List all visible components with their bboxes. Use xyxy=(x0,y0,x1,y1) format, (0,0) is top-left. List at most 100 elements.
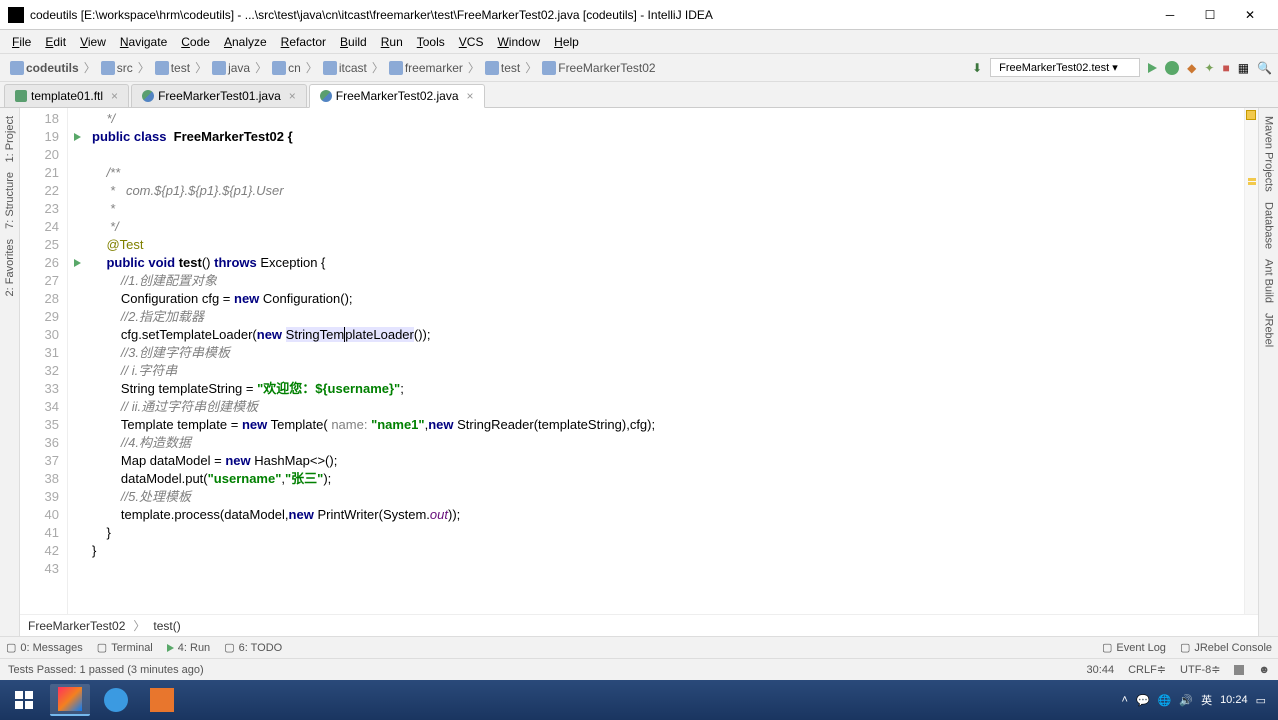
right-tool-strip[interactable]: Maven Projects Database Ant Build JRebel xyxy=(1258,108,1278,636)
editor-tabs: template01.ftl×FreeMarkerTest01.java×Fre… xyxy=(0,82,1278,108)
debug-button[interactable] xyxy=(1165,61,1179,75)
breadcrumb-item[interactable]: codeutils xyxy=(6,61,83,75)
run-button[interactable] xyxy=(1148,63,1157,73)
editor-crumbs[interactable]: FreeMarkerTest02 〉 test() xyxy=(20,614,1258,636)
menu-tools[interactable]: Tools xyxy=(411,33,451,51)
tray-clock[interactable]: 10:24 xyxy=(1220,694,1248,706)
menu-window[interactable]: Window xyxy=(491,33,546,51)
menu-run[interactable]: Run xyxy=(375,33,409,51)
maximize-button[interactable]: ☐ xyxy=(1190,1,1230,29)
menu-edit[interactable]: Edit xyxy=(39,33,72,51)
chevron-right-icon: 〉 xyxy=(138,59,150,76)
chevron-right-icon: 〉 xyxy=(84,59,96,76)
error-stripe[interactable] xyxy=(1244,108,1258,614)
toolwindow-terminal[interactable]: ▢Terminal xyxy=(97,641,153,654)
file-icon xyxy=(15,90,27,102)
breadcrumb-item[interactable]: src xyxy=(97,61,137,75)
menu-build[interactable]: Build xyxy=(334,33,373,51)
folder-icon xyxy=(272,61,286,75)
build-icon[interactable]: ⬇ xyxy=(972,61,982,75)
close-button[interactable]: ✕ xyxy=(1230,1,1270,29)
tray-ime-icon[interactable]: 英 xyxy=(1201,692,1212,708)
line-number: 31 xyxy=(20,344,59,362)
menu-refactor[interactable]: Refactor xyxy=(275,33,332,51)
breadcrumb-item[interactable]: test xyxy=(151,61,194,75)
caret-position[interactable]: 30:44 xyxy=(1087,664,1115,676)
menu-analyze[interactable]: Analyze xyxy=(218,33,273,51)
menu-navigate[interactable]: Navigate xyxy=(114,33,173,51)
side-tool-jrebel[interactable]: JRebel xyxy=(1263,313,1275,347)
tray-action-center-icon[interactable]: 💬 xyxy=(1136,694,1150,707)
stop-icon[interactable]: ■ xyxy=(1222,61,1229,75)
code-area[interactable]: */ public class FreeMarkerTest02 { /** *… xyxy=(86,108,1244,614)
breadcrumb-item[interactable]: java xyxy=(208,61,254,75)
editor-tab[interactable]: template01.ftl× xyxy=(4,84,129,107)
editor-tab[interactable]: FreeMarkerTest01.java× xyxy=(131,84,307,107)
toolwindow-event-log[interactable]: ▢Event Log xyxy=(1102,641,1166,654)
crumb-class[interactable]: FreeMarkerTest02 xyxy=(28,619,125,633)
toolwindow-0-messages[interactable]: ▢0: Messages xyxy=(6,641,83,654)
editor-tab[interactable]: FreeMarkerTest02.java× xyxy=(309,84,485,108)
breadcrumb-item[interactable]: cn xyxy=(268,61,305,75)
readonly-lock-icon[interactable] xyxy=(1234,665,1244,675)
menu-file[interactable]: File xyxy=(6,33,37,51)
run-config-select[interactable]: FreeMarkerTest02.test ▾ xyxy=(990,58,1140,77)
system-tray[interactable]: ˄ 💬 🌐 🔊 英 10:24 ▭ xyxy=(1114,692,1274,708)
crumb-method[interactable]: test() xyxy=(153,619,180,633)
side-tool-database[interactable]: Database xyxy=(1263,202,1275,249)
side-tool-ant-build[interactable]: Ant Build xyxy=(1263,259,1275,303)
folder-icon xyxy=(155,61,169,75)
gutter-icons[interactable] xyxy=(68,108,86,614)
taskbar-app2[interactable] xyxy=(96,684,136,716)
toolwindow-jrebel-console[interactable]: ▢JRebel Console xyxy=(1180,641,1272,654)
tool-icon: ▢ xyxy=(97,641,107,654)
window-title: codeutils [E:\workspace\hrm\codeutils] -… xyxy=(30,8,1150,22)
close-tab-icon[interactable]: × xyxy=(467,89,474,103)
line-number: 26 xyxy=(20,254,59,272)
run-gutter-icon[interactable] xyxy=(74,133,81,141)
toolwindow-6-todo[interactable]: ▢6: TODO xyxy=(224,641,282,654)
tray-volume-icon[interactable]: 🔊 xyxy=(1179,694,1193,707)
tray-chevron-up-icon[interactable]: ˄ xyxy=(1122,694,1128,706)
file-encoding[interactable]: UTF-8≑ xyxy=(1180,663,1220,676)
tool-icon: ▢ xyxy=(224,641,234,654)
search-everywhere-icon[interactable]: 🔍 xyxy=(1257,61,1272,75)
code-editor[interactable]: 1819202122232425262728293031323334353637… xyxy=(20,108,1258,614)
line-separator[interactable]: CRLF≑ xyxy=(1128,663,1166,676)
hector-icon[interactable]: ☻ xyxy=(1258,664,1270,676)
close-tab-icon[interactable]: × xyxy=(289,89,296,103)
line-number: 20 xyxy=(20,146,59,164)
menu-help[interactable]: Help xyxy=(548,33,585,51)
menu-view[interactable]: View xyxy=(74,33,112,51)
chevron-right-icon: 〉 xyxy=(255,59,267,76)
start-button[interactable] xyxy=(4,684,44,716)
breadcrumb-item[interactable]: test xyxy=(481,61,524,75)
tray-network-icon[interactable]: 🌐 xyxy=(1158,694,1172,707)
taskbar-app3[interactable] xyxy=(142,684,182,716)
toolwindow-4-run[interactable]: 4: Run xyxy=(167,641,210,654)
tray-notifications-icon[interactable]: ▭ xyxy=(1256,694,1266,707)
side-tool-maven-projects[interactable]: Maven Projects xyxy=(1263,116,1275,192)
line-number: 29 xyxy=(20,308,59,326)
menu-vcs[interactable]: VCS xyxy=(453,33,490,51)
side-tool-1-project[interactable]: 1: Project xyxy=(4,116,16,162)
taskbar-intellij[interactable] xyxy=(50,684,90,716)
minimize-button[interactable]: ─ xyxy=(1150,1,1190,29)
attach-icon[interactable]: ✦ xyxy=(1204,61,1214,75)
line-number: 30 xyxy=(20,326,59,344)
breadcrumb-item[interactable]: itcast xyxy=(319,61,371,75)
folder-icon xyxy=(10,61,24,75)
project-structure-icon[interactable]: ▦ xyxy=(1238,61,1249,75)
menu-code[interactable]: Code xyxy=(175,33,216,51)
side-tool-2-favorites[interactable]: 2: Favorites xyxy=(4,239,16,296)
warning-mark-icon[interactable] xyxy=(1248,178,1256,181)
side-tool-7-structure[interactable]: 7: Structure xyxy=(4,172,16,229)
coverage-icon[interactable]: ◆ xyxy=(1187,61,1196,75)
breadcrumb-item[interactable]: FreeMarkerTest02 xyxy=(538,61,659,75)
close-tab-icon[interactable]: × xyxy=(111,89,118,103)
run-gutter-icon[interactable] xyxy=(74,259,81,267)
warning-mark-icon[interactable] xyxy=(1248,182,1256,185)
breadcrumb-item[interactable]: freemarker xyxy=(385,61,467,75)
tool-icon: ▢ xyxy=(6,641,16,654)
left-tool-strip[interactable]: 1: Project 7: Structure 2: Favorites xyxy=(0,108,20,636)
